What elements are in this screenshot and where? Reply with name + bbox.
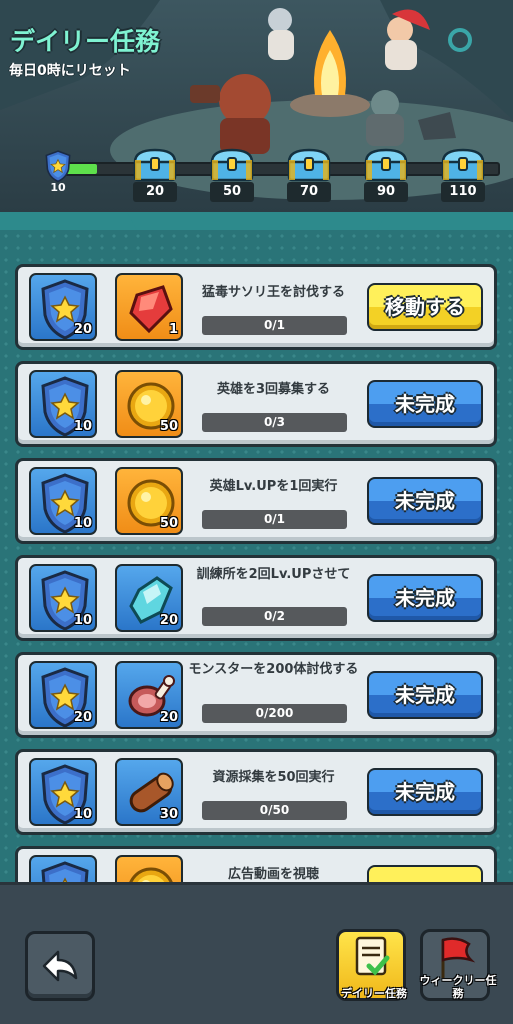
point-reward: 10 (29, 467, 97, 535)
point-reward (29, 855, 97, 882)
task-title: 英雄Lv.UPを1回実行 (209, 479, 338, 494)
reward-count: 30 (159, 807, 178, 822)
milestone-label: 70 (287, 182, 331, 202)
incomplete-button[interactable]: 未完成 (367, 477, 483, 525)
point-reward: 10 (29, 564, 97, 632)
reward-count: 20 (73, 710, 92, 725)
tab-label: ウィークリー任務 (419, 974, 497, 1000)
task-card: 10 20 訓練所を2回Lv.UPさせて 0/2 未完成 (15, 555, 497, 641)
item-reward: 20 (115, 564, 183, 632)
incomplete-button[interactable]: 未完成 (367, 768, 483, 816)
task-title: 英雄を3回募集する (216, 382, 331, 397)
goto-button[interactable]: 移動する (367, 283, 483, 331)
gold-coin-icon (117, 857, 183, 882)
reward-chest-icon[interactable] (132, 148, 178, 182)
task-title: モンスターを200体討伐する (188, 662, 359, 677)
task-progress: 0/1 (202, 510, 347, 529)
checklist-icon (355, 936, 390, 976)
item-reward: 30 (115, 758, 183, 826)
tab-daily-missions[interactable]: デイリー任務 (336, 929, 407, 1001)
reward-count: 10 (73, 516, 92, 531)
task-progress: 0/50 (202, 801, 347, 820)
milestone-label: 50 (210, 182, 254, 202)
incomplete-button[interactable]: 未完成 (367, 380, 483, 428)
task-progress: 0/3 (202, 413, 347, 432)
reset-notice: 毎日0時にリセット (9, 63, 131, 79)
milestone-label: 110 (441, 182, 485, 202)
reward-count: 20 (159, 613, 178, 628)
progress-level: 10 (50, 181, 66, 194)
reward-chest-icon[interactable] (440, 148, 486, 182)
shield-star-icon (40, 147, 76, 185)
shield-star-icon (31, 857, 97, 882)
item-reward: 20 (115, 661, 183, 729)
item-reward: 1 (115, 273, 183, 341)
task-progress: 0/2 (202, 607, 347, 626)
point-reward: 10 (29, 370, 97, 438)
task-list[interactable]: 20 1 猛毒サソリ王を討伐する 0/1 移動する 10 50 英雄を3回募集す… (0, 230, 513, 882)
daily-progress-bar (60, 162, 500, 176)
back-arrow-icon (42, 950, 78, 982)
page-title: デイリー任務 (10, 27, 161, 56)
task-card: 10 30 資源採集を50回実行 0/50 未完成 (15, 749, 497, 835)
reward-chest-icon[interactable] (286, 148, 332, 182)
task-card: 広告動画を視聴 (15, 846, 497, 882)
point-reward: 20 (29, 273, 97, 341)
tab-label: デイリー任務 (341, 987, 407, 1000)
reward-count: 10 (73, 419, 92, 434)
reward-count: 20 (73, 322, 92, 337)
reward-count: 10 (73, 613, 92, 628)
incomplete-button[interactable]: 未完成 (367, 574, 483, 622)
reward-chest-icon[interactable] (209, 148, 255, 182)
mission-header: デイリー任務 毎日0時にリセット 10 20 50 70 90 110 (0, 0, 513, 212)
item-reward: 50 (115, 467, 183, 535)
item-reward (115, 855, 183, 882)
tab-weekly-missions[interactable]: ウィークリー任務 (420, 929, 497, 1001)
reward-count: 1 (168, 322, 178, 337)
milestone-label: 90 (364, 182, 408, 202)
reward-count: 10 (73, 807, 92, 822)
back-button[interactable] (25, 931, 95, 1001)
bottom-bar: デイリー任務 ウィークリー任務 (0, 882, 513, 1024)
incomplete-button[interactable]: 未完成 (367, 671, 483, 719)
task-card: 10 50 英雄を3回募集する 0/3 未完成 (15, 361, 497, 447)
task-card: 20 1 猛毒サソリ王を討伐する 0/1 移動する (15, 264, 497, 350)
task-progress: 0/1 (202, 316, 347, 335)
point-reward: 10 (29, 758, 97, 826)
task-card: 10 50 英雄Lv.UPを1回実行 0/1 未完成 (15, 458, 497, 544)
task-button[interactable] (367, 865, 483, 882)
reward-count: 50 (159, 516, 178, 531)
task-progress: 0/200 (202, 704, 347, 723)
task-title: 広告動画を視聴 (227, 867, 319, 882)
reward-count: 50 (159, 419, 178, 434)
task-title: 訓練所を2回Lv.UPさせて (196, 567, 351, 582)
reward-count: 20 (159, 710, 178, 725)
reward-chest-icon[interactable] (363, 148, 409, 182)
milestone-label: 20 (133, 182, 177, 202)
task-title: 猛毒サソリ王を討伐する (201, 285, 345, 300)
task-title: 資源採集を50回実行 (212, 770, 335, 785)
point-reward: 20 (29, 661, 97, 729)
task-card: 20 20 モンスターを200体討伐する 0/200 未完成 (15, 652, 497, 738)
item-reward: 50 (115, 370, 183, 438)
